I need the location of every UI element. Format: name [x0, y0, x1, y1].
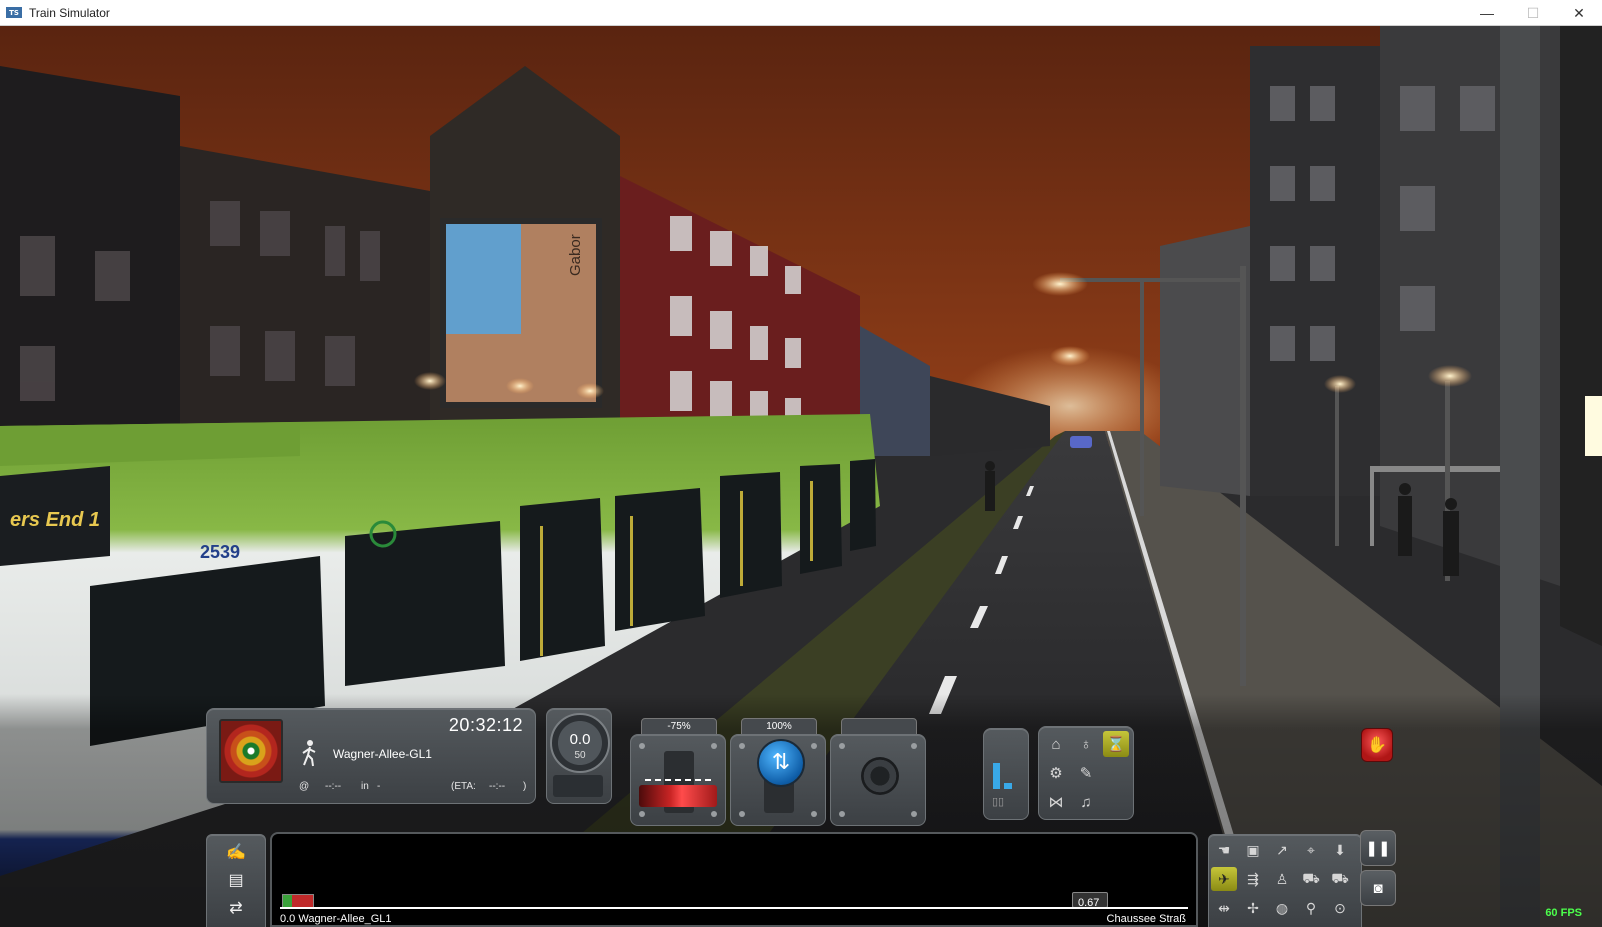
eta-label: (ETA: — [451, 781, 476, 792]
camera-tools-panel: ☚ ▣ ↗ ⌖ ⬇ ✈ ⇶ ♙ ⛟ ⛟ ⇹ ✢ ◍ ⚲ ⊙ — [1208, 834, 1362, 927]
minimize-button[interactable]: — — [1464, 0, 1510, 26]
in-value: - — [377, 781, 381, 792]
plane-icon[interactable]: ✢ — [1240, 896, 1266, 920]
pantograph-icon[interactable]: ⌂ — [1043, 731, 1069, 757]
switch-icon[interactable]: ⇄ — [219, 897, 253, 919]
window-title: Train Simulator — [29, 5, 110, 20]
horn-icon[interactable]: ⋈ — [1043, 789, 1069, 815]
game-viewport[interactable]: Gabor ers End 1 2539 20:32:12 Wagner-All… — [0, 26, 1602, 927]
in-label: in — [361, 781, 369, 792]
speed-limit: 50 — [574, 750, 586, 761]
throttle-brake-lever[interactable] — [630, 734, 726, 826]
game-clock: 20:32:12 — [448, 715, 523, 735]
door-icon[interactable]: ▯▯ — [992, 795, 1004, 808]
headlight-icon[interactable]: ♁ — [1073, 731, 1099, 757]
reverser-arrows-icon[interactable]: ⇅ — [757, 739, 805, 787]
wiper-icon[interactable]: ⚙ — [1043, 760, 1069, 786]
door-gauge-panel: ▯▯ — [983, 728, 1029, 820]
app-icon: TS — [6, 7, 22, 18]
window-controls: — ☐ ✕ — [1464, 0, 1602, 26]
gauge-bar-small — [1004, 783, 1012, 789]
tram-destination-sign: ers End 1 — [10, 509, 100, 531]
at-symbol: @ — [299, 781, 310, 792]
map-pin-icon[interactable]: ⚲ — [1298, 896, 1324, 920]
gauge-bar — [993, 763, 1000, 789]
track-camera-icon[interactable]: ⇶ — [1240, 867, 1266, 891]
tram-front-icon[interactable]: ⛟ — [1298, 867, 1324, 891]
billboard-text: Gabor — [567, 234, 584, 276]
next-stop-name: Wagner-Allee-GL1 — [333, 747, 432, 761]
head-out-camera-icon[interactable]: ↗ — [1269, 838, 1295, 862]
tram-rear-icon[interactable]: ⛟ — [1327, 867, 1353, 891]
track-line — [280, 907, 1188, 909]
pause-button[interactable]: ❚❚ — [1360, 830, 1396, 866]
target-icon[interactable] — [219, 719, 283, 783]
sander-icon[interactable]: ⌛ — [1103, 731, 1129, 757]
speedometer-dial: 0.0 50 — [550, 713, 610, 773]
tram-number: 2539 — [200, 542, 240, 562]
arrival-time: --:-- — [325, 781, 342, 792]
timetable-icon[interactable]: ▤ — [219, 869, 253, 891]
speedometer-panel: 0.0 50 — [546, 708, 612, 804]
next-stop-panel: 20:32:12 Wagner-Allee-GL1 @ --:-- in - (… — [206, 708, 536, 804]
eta-close: ) — [523, 781, 527, 792]
eta-value: --:-- — [489, 781, 506, 792]
current-speed: 0.0 — [569, 731, 591, 748]
camera-control[interactable] — [830, 734, 926, 826]
driver-camera-icon[interactable]: ☚ — [1211, 838, 1237, 862]
emergency-stop-button[interactable]: ✋ — [1361, 728, 1393, 762]
fps-counter: 60 FPS — [1545, 907, 1582, 919]
reverser-control[interactable]: ⇅ — [730, 734, 826, 826]
pedestrian-icon — [302, 740, 316, 767]
helicopter-icon[interactable]: ✈ — [1211, 867, 1237, 891]
track-start-label: 0.0 Wagner-Allee_GL1 — [280, 913, 392, 925]
maximize-button[interactable]: ☐ — [1510, 0, 1556, 26]
tram-controls-grid: ⌂ ♁ ⌛ ⚙ ✎ ⋈ ♫ — [1038, 726, 1134, 820]
brake-indicator — [639, 785, 717, 807]
external-camera-icon[interactable]: ⌖ — [1298, 838, 1324, 862]
globe-icon[interactable]: ◍ — [1269, 896, 1295, 920]
bell-icon[interactable]: ♫ — [1073, 789, 1099, 815]
cab-camera-icon[interactable]: ▣ — [1240, 838, 1266, 862]
window-titlebar: TS Train Simulator — ☐ ✕ — [0, 0, 1602, 26]
screenshot-camera-icon[interactable]: ◙ — [1360, 870, 1396, 906]
coupler-icon[interactable]: ✎ — [1073, 760, 1099, 786]
free-camera-icon[interactable]: ⇹ — [1211, 896, 1237, 920]
signal-icon[interactable]: ⊙ — [1327, 896, 1353, 920]
track-end-label: Chaussee Straß — [1106, 913, 1186, 925]
passenger-icon[interactable]: ♙ — [1269, 867, 1295, 891]
lever-notch-line — [645, 779, 711, 781]
speed-display-box — [553, 775, 603, 797]
close-button[interactable]: ✕ — [1556, 0, 1602, 26]
train-position-marker — [282, 894, 314, 908]
track-monitor: 0.67 0.0 Wagner-Allee_GL1 Chaussee Straß — [270, 832, 1198, 927]
down-arrow-icon[interactable]: ⬇ — [1327, 838, 1353, 862]
driver-tool-icon[interactable]: ✍ — [219, 841, 253, 863]
camera-knob-icon[interactable] — [861, 757, 899, 795]
left-tools-panel: ✍ ▤ ⇄ — [206, 834, 266, 927]
